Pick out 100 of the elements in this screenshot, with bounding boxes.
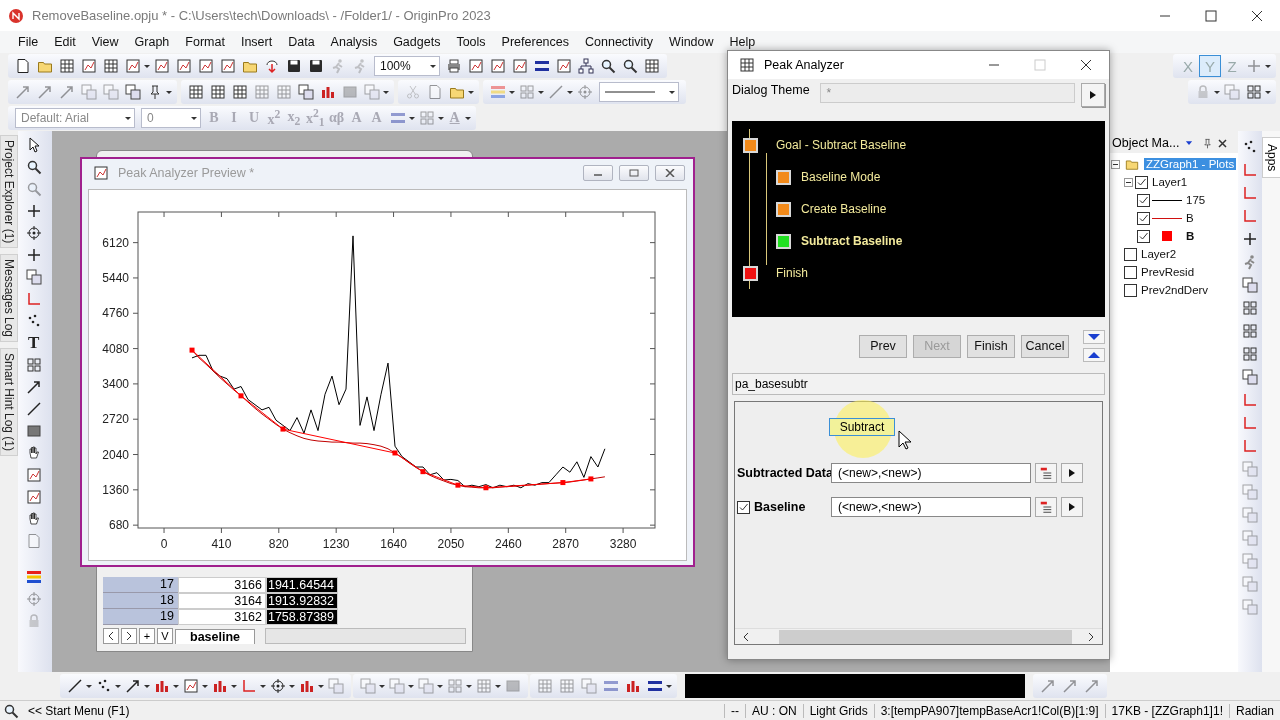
scrollbar[interactable] (265, 628, 466, 644)
checkbox[interactable] (1137, 229, 1150, 243)
bars-icon[interactable] (299, 678, 315, 694)
pin-icon[interactable] (1202, 137, 1214, 149)
graph-icon[interactable] (176, 58, 192, 74)
theme-menu-button[interactable] (1081, 83, 1105, 107)
step-label[interactable]: Finish (776, 266, 808, 280)
tree-item[interactable]: Layer2 (1139, 248, 1179, 260)
download-icon[interactable] (264, 58, 280, 74)
layers-icon[interactable] (26, 269, 42, 285)
menu-item[interactable]: Window (661, 35, 722, 49)
row-header[interactable]: 18 (103, 593, 178, 609)
layers-icon[interactable] (1242, 369, 1258, 385)
graph-icon[interactable] (125, 58, 141, 74)
cross-icon[interactable] (1242, 231, 1258, 247)
side-tab[interactable]: Smart Hint Log (1) (0, 348, 18, 457)
arrow-icon[interactable] (125, 678, 141, 694)
collapse-button[interactable] (1083, 330, 1105, 344)
menu-item[interactable]: File (10, 35, 47, 49)
tree-item[interactable]: 175 (1184, 194, 1208, 206)
axes-icon[interactable] (1242, 438, 1258, 454)
table-icon[interactable] (188, 84, 204, 100)
anchor-point[interactable] (455, 482, 461, 488)
right-caret-icon[interactable] (1086, 631, 1096, 642)
bars-icon[interactable] (625, 678, 641, 694)
prev-sheet-button[interactable] (103, 628, 119, 644)
pointer-icon[interactable] (26, 137, 42, 153)
nav-button[interactable]: Cancel (1021, 334, 1069, 358)
cross-icon[interactable] (26, 247, 42, 263)
nav-button[interactable]: Prev (859, 334, 907, 358)
layers-icon[interactable] (1242, 277, 1258, 293)
close-icon[interactable] (1251, 9, 1263, 22)
menu-item[interactable]: Gadgets (385, 35, 449, 49)
menu-item[interactable]: Help (721, 35, 764, 49)
graph-icon[interactable] (220, 58, 236, 74)
font-combo[interactable]: Default: Arial (15, 108, 135, 128)
table-icon[interactable] (103, 58, 119, 74)
layers-icon[interactable] (125, 84, 141, 100)
page-icon[interactable] (15, 58, 31, 74)
save-icon[interactable] (308, 58, 324, 74)
picker-button[interactable] (1035, 463, 1057, 483)
axes-icon[interactable] (1242, 208, 1258, 224)
magnifier-icon[interactable] (26, 159, 42, 175)
tree-icon[interactable] (578, 58, 594, 74)
row-header[interactable]: 17 (103, 577, 178, 593)
checkbox[interactable] (737, 500, 750, 514)
axes-icon[interactable] (1242, 162, 1258, 178)
table-icon[interactable] (210, 84, 226, 100)
menu-button[interactable] (1061, 463, 1083, 483)
table-icon[interactable] (232, 84, 248, 100)
menu-item[interactable]: Insert (232, 35, 281, 49)
font-size-combo[interactable]: 0 (141, 108, 201, 128)
expander-icon[interactable] (1111, 159, 1120, 169)
tree-item[interactable]: B (1184, 230, 1197, 242)
output-field[interactable]: (<new>,<new>) (831, 497, 1031, 517)
step-label[interactable]: Goal - Subtract Baseline (776, 138, 907, 152)
left-caret-icon[interactable] (741, 631, 751, 642)
menu-item[interactable]: Edit (46, 35, 84, 49)
save-icon[interactable] (286, 58, 302, 74)
tree-item[interactable]: Prev2ndDerv (1139, 284, 1211, 296)
anchor-point[interactable] (588, 476, 594, 482)
checkbox[interactable] (1137, 211, 1150, 225)
nav-button[interactable]: Finish (967, 334, 1015, 358)
dots-icon[interactable] (26, 313, 42, 329)
checkbox[interactable] (1124, 247, 1137, 261)
menu-item[interactable]: Graph (126, 35, 178, 49)
side-tab[interactable]: Messages Log (0, 254, 18, 343)
output-field[interactable]: (<new>,<new>) (831, 463, 1031, 483)
subtract-button[interactable]: Subtract (829, 418, 895, 436)
tree-item[interactable]: PrevResid (1139, 266, 1197, 278)
hand-icon[interactable] (26, 445, 42, 461)
magnifier-icon[interactable] (600, 58, 616, 74)
cross-icon[interactable] (26, 203, 42, 219)
menu-item[interactable]: Data (280, 35, 323, 49)
picker-button[interactable] (1035, 497, 1057, 517)
apps-tab[interactable]: Apps (1262, 137, 1280, 179)
checkbox[interactable] (1135, 175, 1148, 189)
axes-icon[interactable] (26, 291, 42, 307)
lines-icon[interactable] (647, 678, 663, 694)
graph-icon[interactable] (490, 58, 506, 74)
grid4-icon[interactable] (1242, 323, 1258, 339)
table-icon[interactable] (59, 58, 75, 74)
magnifier-icon[interactable] (3, 702, 19, 719)
sheet-tab[interactable]: baseline (175, 628, 256, 644)
lines-icon[interactable] (534, 58, 550, 74)
menu-item[interactable]: Format (177, 35, 233, 49)
grid4-icon[interactable] (1242, 300, 1258, 316)
close-button[interactable] (655, 165, 685, 181)
tree-item[interactable]: Layer1 (1150, 176, 1190, 188)
row-header[interactable]: 19 (103, 609, 178, 625)
layers-icon[interactable] (298, 84, 314, 100)
square-icon[interactable] (26, 423, 42, 439)
anchor-point[interactable] (392, 450, 398, 456)
graph-icon[interactable] (154, 58, 170, 74)
anchor-point[interactable] (483, 485, 489, 491)
bars-icon[interactable] (320, 84, 336, 100)
colorbar-icon[interactable] (26, 569, 42, 585)
restore-button[interactable] (619, 165, 649, 181)
graph-icon[interactable] (81, 58, 97, 74)
anchor-point[interactable] (560, 480, 566, 486)
